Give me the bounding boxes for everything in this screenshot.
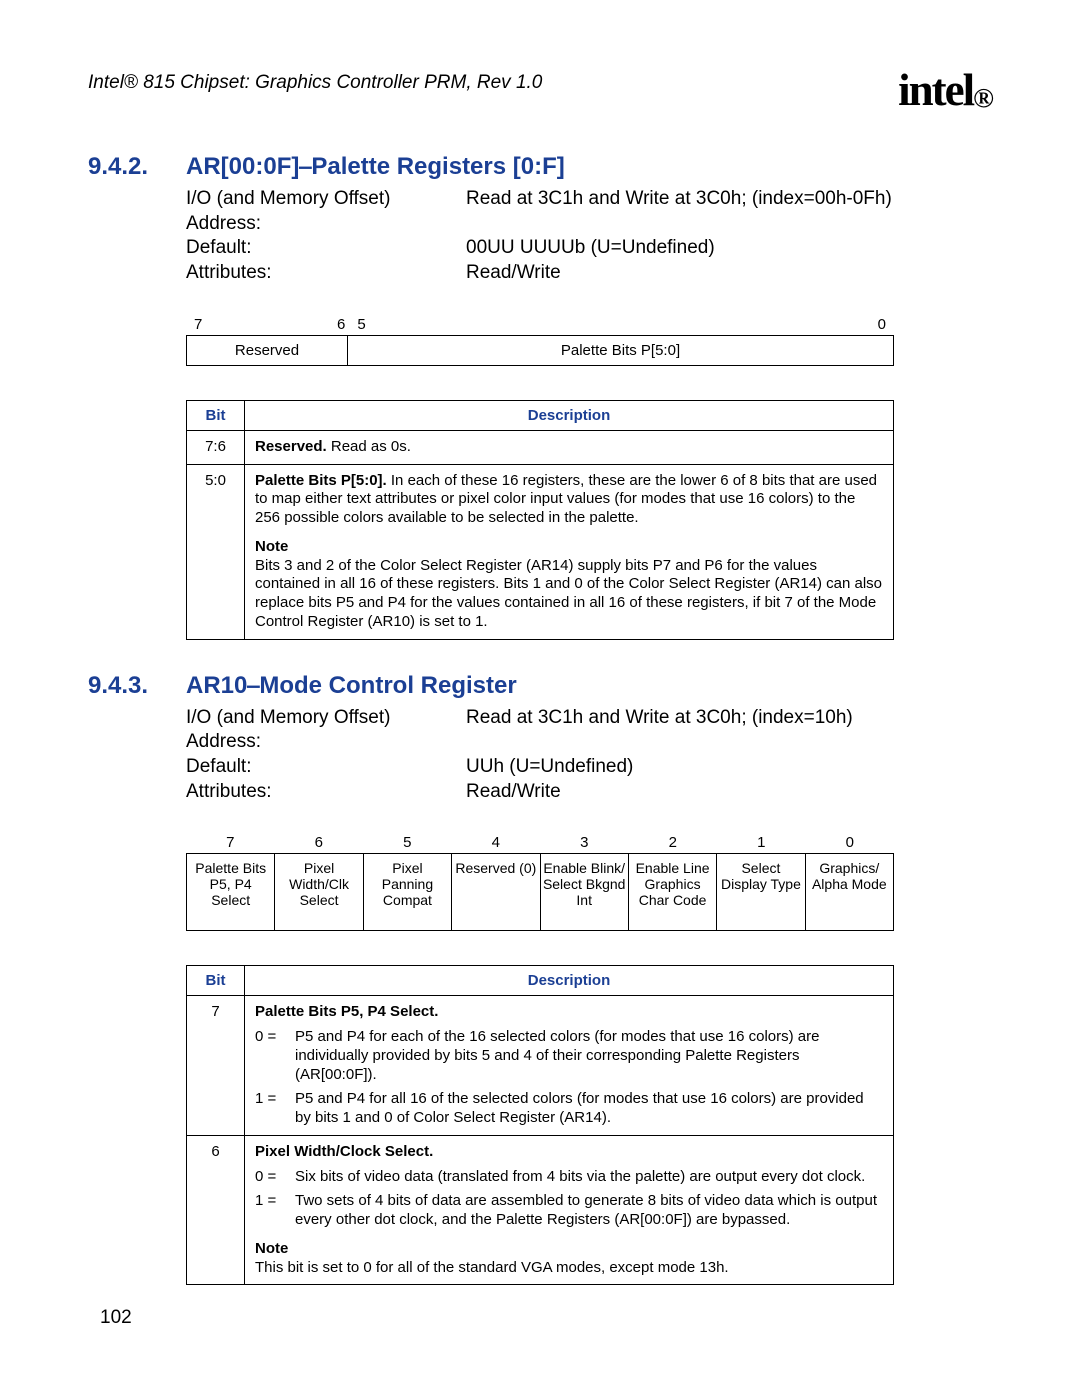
bitfield-cell: Pixel Panning Compat (363, 854, 451, 931)
table-row: 7 Palette Bits P5, P4 Select. 0 =P5 and … (187, 996, 894, 1136)
bitfield-cell: Palette Bits P[5:0] (348, 335, 894, 365)
attr-attributes-value: Read/Write (466, 261, 561, 286)
section-number: 9.4.2. (88, 153, 186, 181)
bitfield-cell: Palette Bits P5, P4 Select (187, 854, 275, 931)
note-label: Note (255, 538, 883, 557)
table-row: 7:6 Reserved. Read as 0s. (187, 430, 894, 464)
section-title: AR10⎯Mode Control Register (186, 672, 517, 700)
attr-default-label: Default: (186, 236, 466, 261)
bit-range: 7 (187, 996, 245, 1136)
table-header-description: Description (245, 966, 894, 996)
document-title: Intel® 815 Chipset: Graphics Controller … (88, 72, 542, 94)
attr-address-label: I/O (and Memory Offset) Address: (186, 187, 466, 236)
bitfield-cell: Reserved (0) (452, 854, 540, 931)
bitfield-cell: Enable Line Graphics Char Code (628, 854, 716, 931)
section-number: 9.4.3. (88, 672, 186, 700)
attr-attributes-label: Attributes: (186, 780, 466, 805)
table-header-bit: Bit (187, 400, 245, 430)
bit-range: 5:0 (187, 464, 245, 639)
bit-description: Palette Bits P[5:0]. In each of these 16… (245, 464, 894, 639)
bit-number: 1 (717, 834, 806, 851)
page-number: 102 (100, 1307, 132, 1329)
bitfield-cell: Enable Blink/ Select Bkgnd Int (540, 854, 628, 931)
attr-default-value: 00UU UUUUb (U=Undefined) (466, 236, 715, 261)
bit-number: 6 (275, 834, 364, 851)
bit-number: 3 (540, 834, 629, 851)
bit-number: 0 (878, 316, 886, 333)
intel-logo: intel® (898, 68, 992, 113)
bit-number: 6 (337, 316, 345, 333)
bit-description-table: Bit Description 7 Palette Bits P5, P4 Se… (186, 965, 894, 1285)
bitfield-cell: Select Display Type (717, 854, 805, 931)
bitfield-layout: 7 6 5 0 Reserved Palette Bits P[5:0] (186, 316, 894, 366)
bit-description: Reserved. Read as 0s. (245, 430, 894, 464)
bit-number: 5 (363, 834, 452, 851)
bitfield-cell: Pixel Width/Clk Select (275, 854, 363, 931)
bitfield-cell: Graphics/ Alpha Mode (805, 854, 893, 931)
attr-attributes-label: Attributes: (186, 261, 466, 286)
table-row: 6 Pixel Width/Clock Select. 0 =Six bits … (187, 1135, 894, 1285)
table-header-description: Description (245, 400, 894, 430)
attr-address-value: Read at 3C1h and Write at 3C0h; (index=0… (466, 187, 892, 236)
page-header: Intel® 815 Chipset: Graphics Controller … (88, 70, 992, 113)
note-body: Bits 3 and 2 of the Color Select Registe… (255, 557, 883, 632)
bit-description: Palette Bits P5, P4 Select. 0 =P5 and P4… (245, 996, 894, 1136)
bit-range: 7:6 (187, 430, 245, 464)
section-title: AR[00:0F]⎯Palette Registers [0:F] (186, 153, 565, 181)
attr-default-label: Default: (186, 755, 466, 780)
register-attributes: I/O (and Memory Offset) Address: Read at… (186, 706, 992, 805)
bitfield-cell: Reserved (187, 335, 348, 365)
table-row: 5:0 Palette Bits P[5:0]. In each of thes… (187, 464, 894, 639)
attr-default-value: UUh (U=Undefined) (466, 755, 633, 780)
attr-address-value: Read at 3C1h and Write at 3C0h; (index=1… (466, 706, 853, 755)
bit-number: 2 (629, 834, 718, 851)
note-body: This bit is set to 0 for all of the stan… (255, 1259, 883, 1278)
attr-address-label: I/O (and Memory Offset) Address: (186, 706, 466, 755)
bit-number: 4 (452, 834, 541, 851)
section-heading: 9.4.2. AR[00:0F]⎯Palette Registers [0:F] (88, 153, 992, 181)
bit-number: 0 (806, 834, 895, 851)
note-label: Note (255, 1240, 883, 1259)
bit-number: 7 (194, 316, 202, 333)
attr-attributes-value: Read/Write (466, 780, 561, 805)
section-heading: 9.4.3. AR10⎯Mode Control Register (88, 672, 992, 700)
bit-number: 7 (186, 834, 275, 851)
bit-description: Pixel Width/Clock Select. 0 =Six bits of… (245, 1135, 894, 1285)
bit-description-table: Bit Description 7:6 Reserved. Read as 0s… (186, 400, 894, 640)
bit-number: 5 (357, 316, 365, 333)
register-attributes: I/O (and Memory Offset) Address: Read at… (186, 187, 992, 286)
bitfield-layout: 7 6 5 4 3 2 1 0 Palette Bits P5, P4 Sele… (186, 834, 894, 931)
bit-range: 6 (187, 1135, 245, 1285)
table-header-bit: Bit (187, 966, 245, 996)
